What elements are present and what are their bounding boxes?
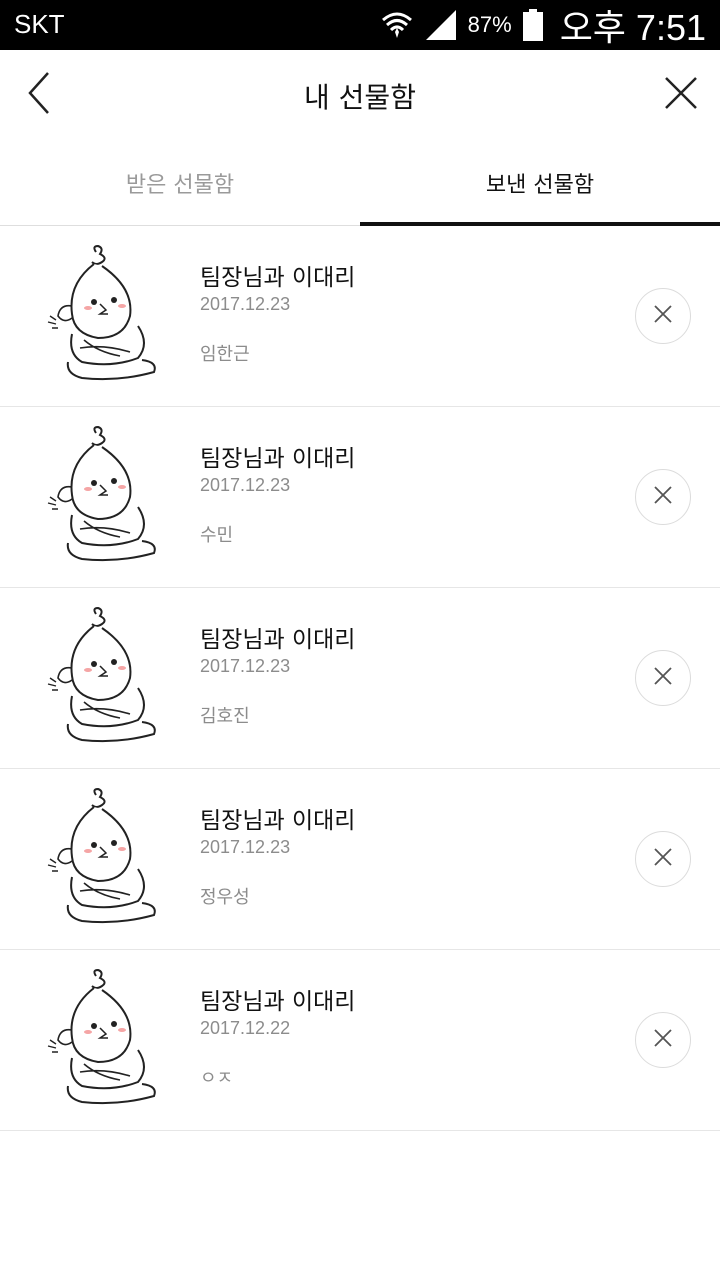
close-icon	[653, 847, 673, 871]
status-icons: 87% 오후 7:51	[380, 0, 706, 50]
signal-icon	[424, 8, 458, 42]
gift-recipient: ㅇㅈ	[200, 1068, 234, 1089]
emoticon-thumbnail	[38, 425, 164, 567]
gift-date: 2017.12.23	[200, 837, 291, 857]
status-time: 오후 7:51	[559, 7, 706, 48]
close-icon	[653, 1028, 673, 1052]
page-title: 내 선물함	[304, 81, 416, 114]
close-icon	[653, 666, 673, 690]
emoticon-thumbnail	[38, 606, 164, 748]
close-icon	[653, 485, 673, 509]
delete-gift-button[interactable]	[635, 469, 691, 525]
delete-gift-button[interactable]	[635, 288, 691, 344]
gift-title: 팀장님과 이대리	[200, 265, 356, 291]
close-button[interactable]	[656, 70, 706, 120]
gift-date: 2017.12.23	[200, 294, 291, 314]
app-header: 내 선물함	[0, 50, 720, 140]
emoticon-thumbnail	[38, 968, 164, 1110]
wifi-icon	[380, 8, 414, 42]
gift-list-item[interactable]: 팀장님과 이대리 2017.12.23 임한근	[0, 226, 720, 407]
close-icon	[663, 75, 699, 115]
gift-date: 2017.12.23	[200, 475, 291, 495]
gift-recipient: 임한근	[200, 344, 250, 365]
gift-list-item[interactable]: 팀장님과 이대리 2017.12.23 김호진	[0, 588, 720, 769]
emoticon-thumbnail	[38, 244, 164, 386]
gift-title: 팀장님과 이대리	[200, 446, 356, 472]
gift-list: 팀장님과 이대리 2017.12.23 임한근 팀장님과 이대리 2017.12…	[0, 226, 720, 1131]
carrier-label: SKT	[14, 9, 65, 39]
gift-box-tabs: 받은 선물함 보낸 선물함	[0, 140, 720, 226]
status-bar: SKT 87% 오후 7:51	[0, 0, 720, 50]
gift-title: 팀장님과 이대리	[200, 808, 356, 834]
gift-title: 팀장님과 이대리	[200, 989, 356, 1015]
delete-gift-button[interactable]	[635, 831, 691, 887]
gift-list-item[interactable]: 팀장님과 이대리 2017.12.23 정우성	[0, 769, 720, 950]
battery-icon	[522, 8, 544, 42]
tab-sent-gifts[interactable]: 보낸 선물함	[360, 140, 720, 226]
gift-recipient: 정우성	[200, 887, 250, 908]
gift-list-item[interactable]: 팀장님과 이대리 2017.12.22 ㅇㅈ	[0, 950, 720, 1131]
gift-date: 2017.12.23	[200, 656, 291, 676]
battery-percent: 87%	[467, 12, 512, 37]
tab-received-gifts[interactable]: 받은 선물함	[0, 140, 360, 225]
delete-gift-button[interactable]	[635, 650, 691, 706]
close-icon	[653, 304, 673, 328]
gift-date: 2017.12.22	[200, 1018, 291, 1038]
gift-recipient: 김호진	[200, 706, 250, 727]
emoticon-thumbnail	[38, 787, 164, 929]
gift-list-item[interactable]: 팀장님과 이대리 2017.12.23 수민	[0, 407, 720, 588]
delete-gift-button[interactable]	[635, 1012, 691, 1068]
gift-recipient: 수민	[200, 525, 234, 546]
gift-title: 팀장님과 이대리	[200, 627, 356, 653]
